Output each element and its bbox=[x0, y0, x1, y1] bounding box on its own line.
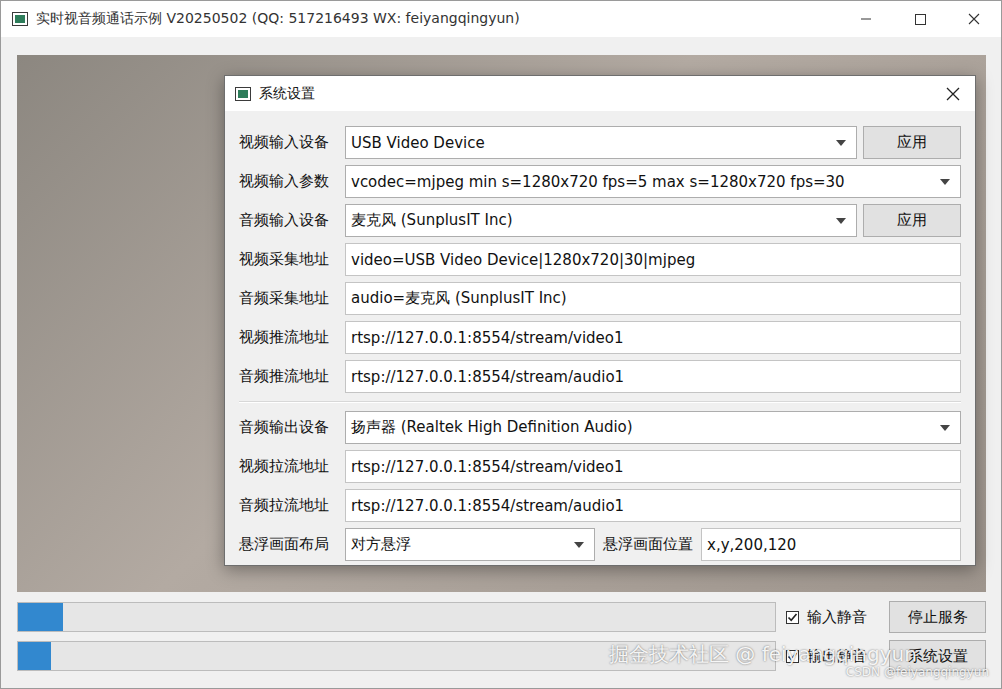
text-field[interactable]: rtsp://127.0.0.1:8554/stream/video1 bbox=[345, 321, 961, 354]
dialog-title: 系统设置 bbox=[259, 85, 937, 103]
combo-box[interactable]: 对方悬浮 bbox=[345, 528, 595, 561]
field-value: rtsp://127.0.0.1:8554/stream/video1 bbox=[351, 458, 950, 476]
volume-fill bbox=[18, 603, 63, 631]
settings-dialog: 系统设置 视频输入设备 USB Video Device 应用视频输入参数 vc… bbox=[224, 75, 976, 566]
field-label: 音频输入设备 bbox=[239, 211, 339, 230]
check-icon bbox=[787, 612, 798, 623]
dialog-title-bar: 系统设置 bbox=[225, 76, 975, 111]
field-value: rtsp://127.0.0.1:8554/stream/audio1 bbox=[351, 497, 950, 515]
apply-button[interactable]: 应用 bbox=[863, 204, 961, 237]
combo-value: 麦克风 (SunplusIT Inc) bbox=[351, 211, 830, 230]
action-button[interactable]: 停止服务 bbox=[889, 601, 986, 633]
field-value: video=USB Video Device|1280x720|30|mjpeg bbox=[351, 251, 950, 269]
dropdown-arrow-icon bbox=[836, 218, 846, 224]
close-icon[interactable] bbox=[951, 4, 997, 34]
text-field[interactable]: x,y,200,120 bbox=[701, 528, 961, 561]
combo-box[interactable]: 麦克风 (SunplusIT Inc) bbox=[345, 204, 857, 237]
field-value: rtsp://127.0.0.1:8554/stream/video1 bbox=[351, 329, 950, 347]
field-value: x,y,200,120 bbox=[707, 536, 950, 554]
combo-value: 扬声器 (Realtek High Definition Audio) bbox=[351, 418, 934, 437]
field-label: 音频拉流地址 bbox=[239, 496, 339, 515]
window-title: 实时视音频通话示例 V20250502 (QQ: 517216493 WX: f… bbox=[36, 10, 835, 28]
field-label: 视频采集地址 bbox=[239, 250, 339, 269]
field-label: 音频推流地址 bbox=[239, 367, 339, 386]
combo-box[interactable]: 扬声器 (Realtek High Definition Audio) bbox=[345, 411, 961, 444]
combo-box[interactable]: USB Video Device bbox=[345, 126, 857, 159]
combo-value: vcodec=mjpeg min s=1280x720 fps=5 max s=… bbox=[351, 173, 934, 191]
separator bbox=[239, 401, 961, 403]
checkbox-label: 输入静音 bbox=[807, 608, 867, 627]
watermark: CSDN @feiyangqingyun bbox=[846, 665, 989, 679]
combo-box[interactable]: vcodec=mjpeg min s=1280x720 fps=5 max s=… bbox=[345, 165, 961, 198]
apply-button[interactable]: 应用 bbox=[863, 126, 961, 159]
dropdown-arrow-icon bbox=[940, 179, 950, 185]
field-label: 音频采集地址 bbox=[239, 289, 339, 308]
combo-value: USB Video Device bbox=[351, 134, 830, 152]
app-icon bbox=[12, 12, 28, 26]
text-field[interactable]: rtsp://127.0.0.1:8554/stream/audio1 bbox=[345, 489, 961, 522]
combo-value: 对方悬浮 bbox=[351, 535, 568, 554]
settings-form: 视频输入设备 USB Video Device 应用视频输入参数 vcodec=… bbox=[225, 111, 975, 565]
field-label: 视频拉流地址 bbox=[239, 457, 339, 476]
watermark: 掘金技术社区 @ feiyangqingyun bbox=[609, 641, 917, 668]
field-label: 悬浮画面位置 bbox=[603, 535, 693, 554]
dropdown-arrow-icon bbox=[574, 542, 584, 548]
maximize-icon[interactable] bbox=[897, 4, 943, 34]
field-value: rtsp://127.0.0.1:8554/stream/audio1 bbox=[351, 368, 950, 386]
mute-checkbox[interactable]: 输入静音 bbox=[786, 608, 879, 627]
title-bar: 实时视音频通话示例 V20250502 (QQ: 517216493 WX: f… bbox=[1, 1, 1001, 37]
dropdown-arrow-icon bbox=[940, 425, 950, 431]
checkbox-box[interactable] bbox=[786, 611, 799, 624]
field-label: 音频输出设备 bbox=[239, 418, 339, 437]
dropdown-arrow-icon bbox=[836, 140, 846, 146]
minimize-icon[interactable] bbox=[843, 4, 889, 34]
field-label: 视频输入设备 bbox=[239, 133, 339, 152]
volume-meter bbox=[17, 602, 776, 632]
volume-fill bbox=[18, 642, 51, 670]
text-field[interactable]: audio=麦克风 (SunplusIT Inc) bbox=[345, 282, 961, 315]
dialog-app-icon bbox=[235, 87, 251, 101]
text-field[interactable]: rtsp://127.0.0.1:8554/stream/audio1 bbox=[345, 360, 961, 393]
text-field[interactable]: video=USB Video Device|1280x720|30|mjpeg bbox=[345, 243, 961, 276]
field-label: 视频推流地址 bbox=[239, 328, 339, 347]
layout-row: 对方悬浮 悬浮画面位置 x,y,200,120 bbox=[345, 528, 961, 561]
control-row: 输入静音 停止服务 bbox=[17, 601, 986, 633]
field-label: 悬浮画面布局 bbox=[239, 535, 339, 554]
main-window: 实时视音频通话示例 V20250502 (QQ: 517216493 WX: f… bbox=[0, 0, 1002, 689]
field-label: 视频输入参数 bbox=[239, 172, 339, 191]
close-icon[interactable] bbox=[945, 86, 961, 102]
text-field[interactable]: rtsp://127.0.0.1:8554/stream/video1 bbox=[345, 450, 961, 483]
field-value: audio=麦克风 (SunplusIT Inc) bbox=[351, 289, 950, 308]
